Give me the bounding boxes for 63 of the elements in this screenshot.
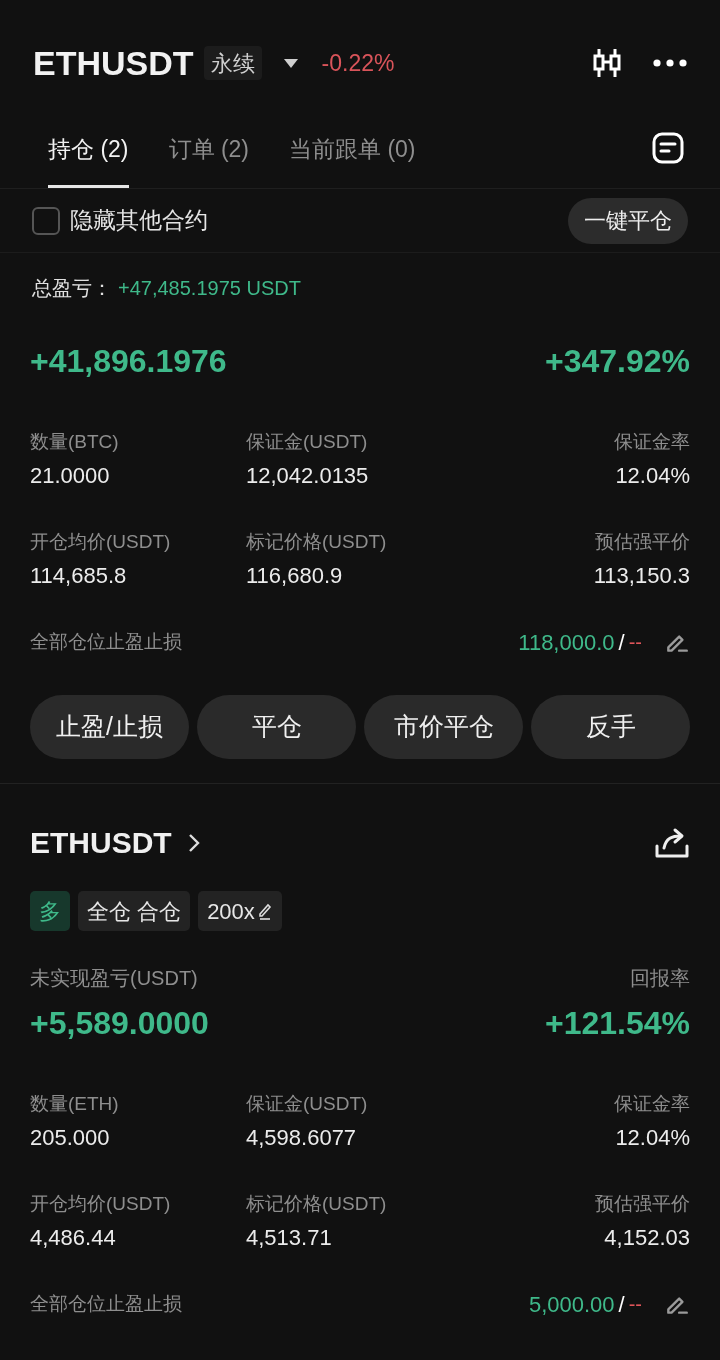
- stat-label: 数量(BTC): [30, 430, 119, 454]
- separator: /: [618, 1290, 625, 1319]
- dropdown-icon[interactable]: [283, 58, 298, 68]
- action-button[interactable]: 市价平仓: [364, 695, 523, 759]
- price-change: -0.22%: [321, 48, 395, 78]
- total-pnl-label: 总盈亏：: [32, 276, 112, 301]
- action-button[interactable]: 止盈/止损: [30, 695, 189, 759]
- tab[interactable]: 当前跟单 (0): [289, 114, 416, 188]
- action-button[interactable]: 反手: [531, 695, 690, 759]
- stat-label: 保证金率: [614, 1092, 690, 1116]
- margin-mode-tag: 全仓 合仓: [78, 891, 191, 931]
- stat-value: 21.0000: [30, 462, 110, 490]
- leverage-tag[interactable]: 200x: [198, 891, 282, 931]
- stop-loss-value: --: [628, 1292, 642, 1317]
- more-icon[interactable]: [653, 59, 687, 67]
- close-all-button[interactable]: 一键平仓: [568, 197, 688, 244]
- stat-label: 保证金(USDT): [246, 430, 368, 454]
- tpsl-label: 全部仓位止盈止损: [30, 629, 182, 654]
- separator: /: [618, 628, 625, 657]
- roe-label: 回报率: [630, 966, 690, 991]
- stat-value: 12.04%: [615, 1124, 690, 1152]
- stop-loss-value: --: [628, 630, 642, 655]
- stat-value: 4,486.44: [30, 1224, 116, 1252]
- contract-type-badge: 永续: [203, 46, 262, 80]
- roe-value: +347.92%: [545, 342, 690, 381]
- total-pnl-value: +47,485.1975 USDT: [118, 276, 301, 301]
- checkbox[interactable]: [32, 206, 60, 235]
- edit-icon: [256, 902, 273, 920]
- stat-label: 数量(ETH): [30, 1092, 119, 1116]
- pnl-value: +41,896.1976: [30, 342, 227, 381]
- stat-label: 预估强平价: [595, 1192, 690, 1216]
- tpsl-label: 全部仓位止盈止损: [30, 1291, 182, 1316]
- stat-label: 开仓均价(USDT): [30, 530, 171, 554]
- stat-value: 114,685.8: [30, 562, 127, 590]
- candlestick-icon[interactable]: [591, 47, 623, 79]
- stat-value: 4,152.03: [604, 1224, 690, 1252]
- document-icon[interactable]: [652, 132, 684, 164]
- roe-value: +121.54%: [545, 1004, 690, 1043]
- action-button[interactable]: 平仓: [197, 695, 356, 759]
- position-symbol[interactable]: ETHUSDT: [30, 820, 172, 865]
- stat-label: 开仓均价(USDT): [30, 1192, 171, 1216]
- take-profit-value: 5,000.00: [528, 1290, 615, 1319]
- side-tag: 多: [30, 891, 70, 931]
- tab[interactable]: 订单 (2): [168, 114, 249, 188]
- pnl-value: +5,589.0000: [30, 1004, 209, 1043]
- stat-label: 标记价格(USDT): [246, 530, 387, 554]
- stat-value: 116,680.9: [246, 562, 343, 590]
- stat-value: 113,150.3: [593, 562, 690, 590]
- stat-value: 4,513.71: [246, 1224, 332, 1252]
- symbol-title[interactable]: ETHUSDT: [33, 37, 194, 89]
- stat-label: 保证金(USDT): [246, 1092, 368, 1116]
- stat-value: 12,042.0135: [246, 462, 369, 490]
- stat-value: 4,598.6077: [246, 1124, 357, 1152]
- chevron-right-icon[interactable]: [187, 832, 200, 853]
- stat-value: 205.000: [30, 1124, 110, 1152]
- checkbox-label[interactable]: 隐藏其他合约: [70, 203, 208, 238]
- stat-value: 12.04%: [615, 462, 690, 490]
- take-profit-value: 118,000.0: [518, 628, 615, 657]
- pnl-label: 未实现盈亏(USDT): [30, 966, 198, 991]
- stat-label: 预估强平价: [595, 530, 690, 554]
- tab[interactable]: 持仓 (2): [48, 114, 129, 188]
- stat-label: 保证金率: [614, 430, 690, 454]
- stat-label: 标记价格(USDT): [246, 1192, 387, 1216]
